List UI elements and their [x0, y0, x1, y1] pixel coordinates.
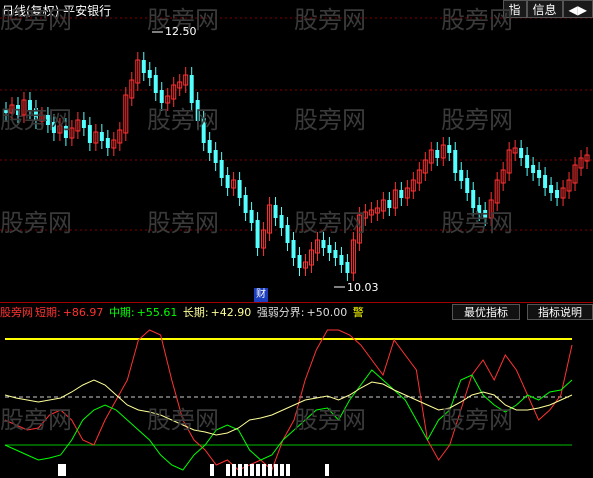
candle-body — [399, 190, 404, 198]
candle-body — [279, 215, 284, 228]
indicator-bar: 股旁网 短期: +86.97 中期: +55.61 长期: +42.90 强弱分界: +5… — [0, 304, 366, 320]
signal-bar — [244, 464, 248, 476]
candle-body — [153, 75, 158, 93]
candle-body — [345, 262, 350, 273]
candle-body — [219, 160, 224, 178]
indicator-name: 股旁网 — [0, 306, 33, 319]
candle-body — [321, 240, 326, 248]
candle-body — [213, 150, 218, 163]
candle-body — [453, 150, 458, 173]
watermark: 股旁网 — [147, 406, 219, 434]
candle-body — [519, 148, 524, 158]
short-value: +86.97 — [62, 306, 104, 319]
candle-body — [285, 225, 290, 243]
info-button[interactable]: 信息 — [526, 0, 563, 18]
candle-body — [291, 240, 296, 258]
candle-body — [333, 250, 338, 258]
candle-body — [237, 180, 242, 198]
low-price-label: 10.03 — [347, 281, 379, 294]
candle-body — [147, 70, 152, 78]
watermark: 股旁网 — [0, 106, 72, 134]
signal-bar — [280, 464, 284, 476]
mid-label: 中期: — [108, 306, 135, 319]
watermark: 股旁网 — [0, 6, 72, 34]
watermark: 股旁网 — [147, 106, 219, 134]
watermark: 股旁网 — [0, 406, 72, 434]
long-value: +42.90 — [210, 306, 252, 319]
candle-body — [387, 200, 392, 208]
alert-icon: 警 — [352, 306, 364, 319]
panel-divider — [0, 302, 593, 303]
candle-body — [87, 125, 92, 143]
candle-body — [243, 195, 248, 213]
candle-body — [549, 185, 554, 193]
candle-body — [273, 205, 278, 218]
watermark: 股旁网 — [441, 406, 513, 434]
candle-body — [105, 138, 110, 148]
watermark: 股旁网 — [441, 209, 513, 237]
watermark: 股旁网 — [294, 209, 366, 237]
candle-body — [459, 170, 464, 181]
long-label: 长期: — [182, 306, 209, 319]
candle-body — [81, 120, 86, 128]
watermark: 股旁网 — [0, 209, 72, 237]
signal-bar — [274, 464, 278, 476]
watermark: 股旁网 — [294, 6, 366, 34]
top-right-toolbar: 指 信息 ◀▶ — [502, 0, 593, 18]
candle-body — [525, 155, 530, 168]
candle-body — [297, 255, 302, 268]
candle-body — [555, 190, 560, 198]
candle-body — [531, 165, 536, 173]
signal-bar — [256, 464, 260, 476]
candle-body — [207, 140, 212, 153]
candle-body — [327, 245, 332, 253]
signal-bar — [250, 464, 254, 476]
signal-bar — [262, 464, 266, 476]
candle-body — [189, 75, 194, 103]
mid-value: +55.61 — [136, 306, 178, 319]
high-price-label: 12.50 — [165, 25, 197, 38]
candle-body — [435, 150, 440, 158]
watermark: 股旁网 — [294, 106, 366, 134]
candle-body — [447, 145, 452, 153]
indicator-help-button[interactable]: 指标说明 — [527, 304, 593, 320]
candle-body — [99, 132, 104, 141]
candle-body — [141, 60, 146, 73]
candle-body — [339, 255, 344, 265]
watermark: 股旁网 — [441, 106, 513, 134]
signal-bar — [226, 464, 230, 476]
signal-bar — [325, 464, 329, 476]
finance-badge-icon[interactable]: 财 — [254, 288, 268, 302]
candle-body — [465, 178, 470, 193]
signal-bar — [286, 464, 290, 476]
candle-body — [225, 175, 230, 188]
signal-bar — [58, 464, 62, 476]
arrow-toggle-icon[interactable]: ◀▶ — [562, 0, 593, 18]
best-indicator-button[interactable]: 最优指标 — [452, 304, 520, 320]
watermark: 股旁网 — [441, 6, 513, 34]
signal-bar — [210, 464, 214, 476]
split-value: +50.00 — [306, 306, 348, 319]
watermark: 股旁网 — [147, 209, 219, 237]
signal-bar — [268, 464, 272, 476]
signal-bar — [232, 464, 236, 476]
signal-bar — [62, 464, 66, 476]
watermark: 股旁网 — [294, 406, 366, 434]
candle-body — [255, 220, 260, 248]
candle-body — [249, 210, 254, 223]
candle-body — [543, 175, 548, 188]
signal-bar — [238, 464, 242, 476]
candle-body — [537, 170, 542, 178]
split-label: 强弱分界: — [256, 306, 305, 319]
short-label: 短期: — [35, 306, 61, 319]
